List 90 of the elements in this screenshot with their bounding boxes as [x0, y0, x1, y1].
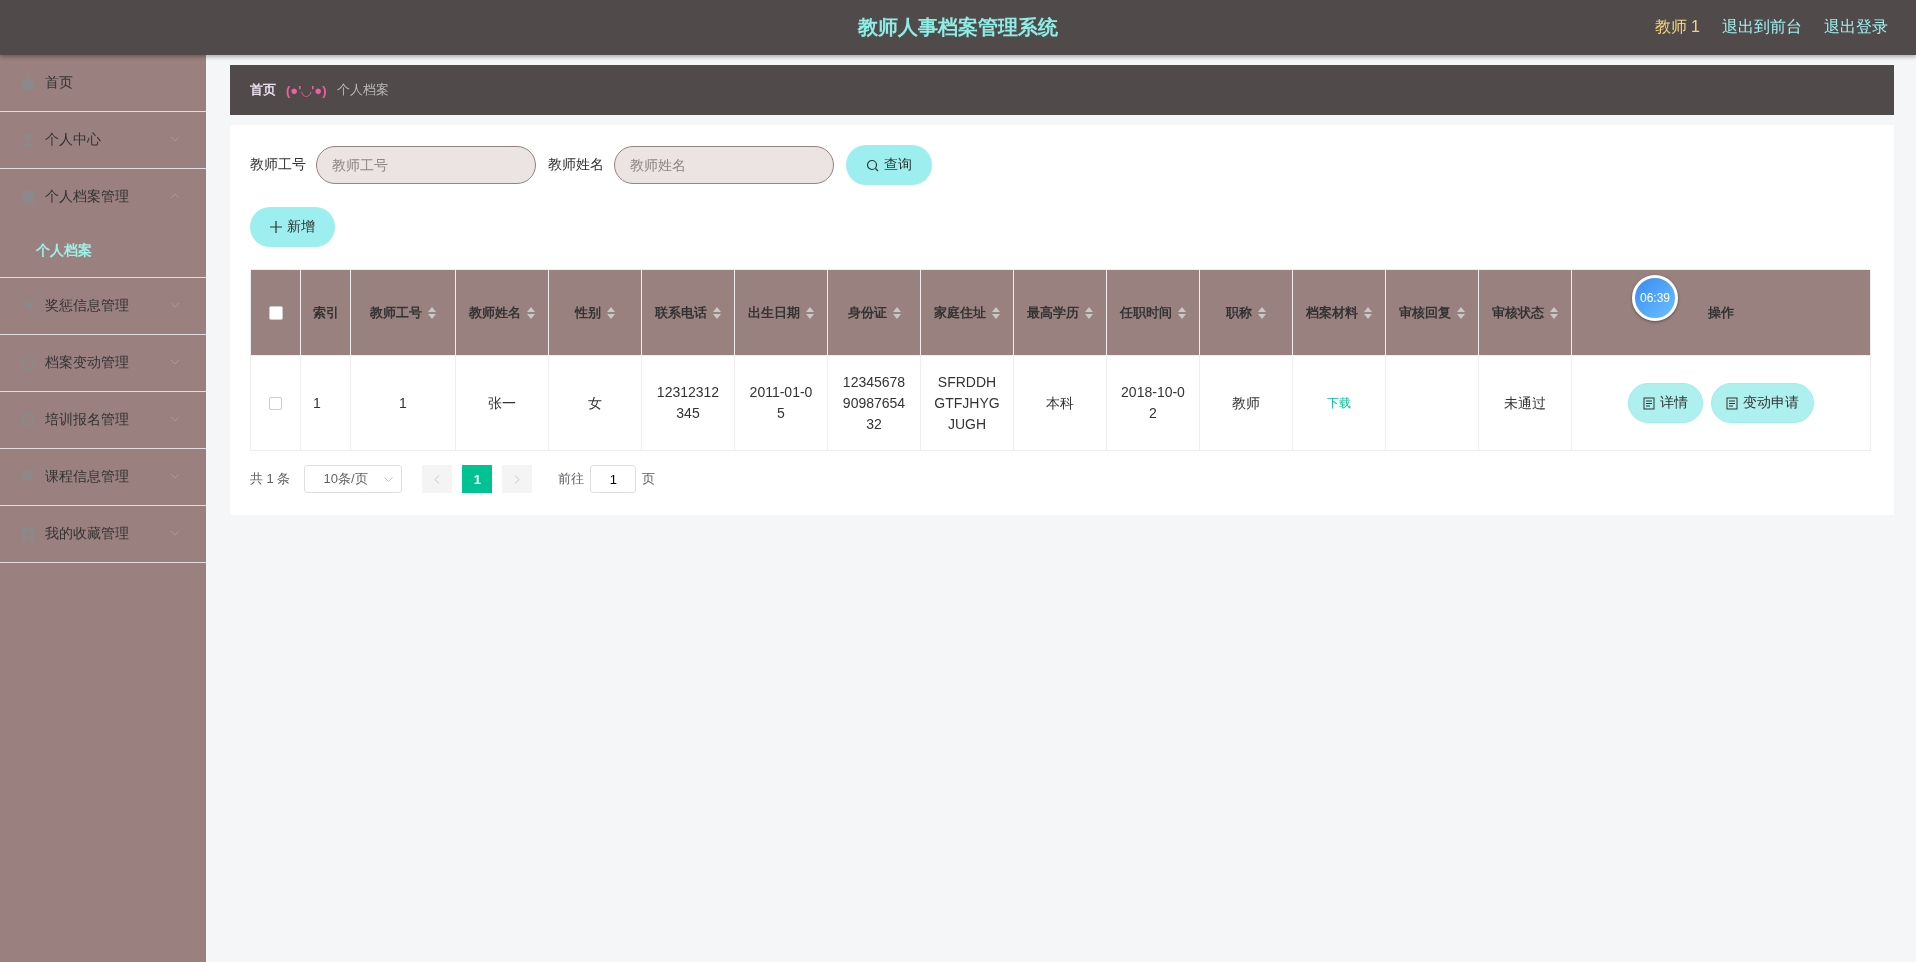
page-size-select[interactable]: 10条/页 [304, 465, 403, 493]
column-header[interactable]: 档案材料 [1306, 303, 1372, 322]
sort-icon[interactable] [1085, 306, 1093, 319]
sidebar-item[interactable]: 奖惩信息管理 [0, 278, 206, 335]
sort-icon[interactable] [1457, 306, 1465, 319]
page-button[interactable]: 1 [462, 465, 493, 493]
chevron-icon [170, 359, 180, 365]
page-suffix: 页 [642, 470, 656, 488]
sort-icon[interactable] [1258, 306, 1266, 319]
select-all-checkbox[interactable] [268, 306, 283, 321]
column-header[interactable]: 教师工号 [370, 303, 436, 322]
header-link[interactable]: 退出到前台 [1722, 17, 1802, 38]
breadcrumb-home[interactable]: 首页 [250, 81, 276, 99]
plus-icon [270, 221, 282, 233]
sidebar-item[interactable]: 课程信息管理 [0, 449, 206, 506]
chevron-icon [170, 530, 180, 536]
column-header: 索引 [312, 303, 339, 322]
emoticon: (●'◡'●) [286, 82, 327, 98]
table-cell: 教师 [1232, 394, 1260, 411]
previous-page-button[interactable] [422, 465, 453, 493]
search-button[interactable]: 查询 [846, 145, 932, 185]
column-header[interactable]: 出生日期 [748, 303, 814, 322]
header-link[interactable]: 退出登录 [1824, 17, 1888, 38]
field-label: 教师姓名 [548, 156, 604, 174]
column-header[interactable]: 联系电话 [655, 303, 721, 322]
next-page-button[interactable] [502, 465, 533, 493]
sort-icon[interactable] [892, 306, 901, 319]
total-count: 共 1 条 [250, 470, 291, 488]
sort-icon[interactable] [992, 306, 1000, 319]
sidebar-item[interactable]: 我的收藏管理 [0, 506, 206, 563]
document-icon [1643, 396, 1655, 410]
column-header[interactable]: 审核回复 [1399, 303, 1465, 322]
sidebar-item[interactable]: 个人中心 [0, 112, 206, 169]
sort-icon[interactable] [806, 306, 814, 319]
sort-icon[interactable] [428, 306, 436, 319]
timer-badge[interactable]: 06:39 [1632, 275, 1678, 321]
column-header[interactable]: 任职时间 [1120, 303, 1186, 322]
sort-icon[interactable] [1364, 306, 1372, 319]
column-header[interactable]: 教师姓名 [469, 303, 535, 322]
sidebar-item[interactable]: 档案变动管理 [0, 335, 206, 392]
table-cell: 123456789098765432 [842, 373, 906, 432]
chevron-icon [170, 302, 180, 308]
sidebar-item[interactable]: 培训报名管理 [0, 392, 206, 449]
chevron-icon [170, 416, 180, 422]
column-header[interactable]: 最高学历 [1027, 303, 1093, 322]
table-cell: 1 [313, 394, 321, 411]
sort-icon[interactable] [527, 306, 535, 319]
column-header: 操作 [1708, 303, 1734, 322]
user-name: 教师 1 [1654, 17, 1700, 37]
table-cell: 12312312345 [656, 384, 720, 421]
chevron-icon [170, 193, 180, 199]
chevron-right-icon [514, 474, 521, 484]
table-cell: SFRDDHGTFJHYGJUGH [934, 373, 1000, 432]
column-header[interactable]: 身份证 [847, 303, 901, 322]
breadcrumb-current: 个人档案 [336, 81, 389, 99]
row-checkbox[interactable] [269, 397, 282, 411]
chevron-icon [170, 473, 180, 479]
column-header[interactable]: 职称 [1226, 303, 1266, 322]
table-cell: 本科 [1046, 394, 1074, 411]
sort-icon[interactable] [713, 306, 721, 319]
table-cell: 2011-01-05 [749, 384, 813, 421]
app-title: 教师人事档案管理系统 [858, 15, 1058, 40]
sort-icon[interactable] [607, 306, 615, 319]
table-cell: 张一 [488, 394, 516, 411]
chevron-left-icon [434, 474, 441, 484]
search-icon [866, 158, 879, 172]
table-cell: 女 [588, 394, 602, 411]
details-button[interactable]: 详情 [1628, 383, 1703, 423]
sidebar-subitem[interactable]: 个人档案 [36, 242, 92, 260]
column-header[interactable]: 审核状态 [1492, 303, 1558, 322]
search-field[interactable]: 教师工号 [316, 146, 536, 184]
add-button[interactable]: 新增 [250, 207, 335, 247]
document-icon [1726, 396, 1738, 410]
table-cell: 2018-10-02 [1121, 384, 1185, 421]
column-header[interactable]: 家庭住址 [934, 303, 1000, 322]
sort-icon[interactable] [1178, 306, 1186, 319]
chevron-icon [384, 476, 394, 482]
sidebar-item[interactable]: 首页 [0, 55, 206, 112]
chevron-icon [170, 136, 180, 142]
download-link[interactable]: 下载 [1327, 396, 1351, 410]
sort-icon[interactable] [1550, 306, 1558, 319]
column-header[interactable]: 性别 [575, 303, 615, 322]
table-cell: 未通过 [1504, 394, 1546, 411]
sidebar-item[interactable]: 个人档案管理 [0, 169, 206, 225]
field-label: 教师工号 [250, 156, 306, 174]
page-input[interactable]: 1 [590, 465, 637, 493]
change-request-button[interactable]: 变动申请 [1711, 383, 1814, 423]
search-field[interactable]: 教师姓名 [614, 146, 834, 184]
goto-label: 前往 [558, 470, 585, 488]
table-cell: 1 [399, 394, 407, 411]
